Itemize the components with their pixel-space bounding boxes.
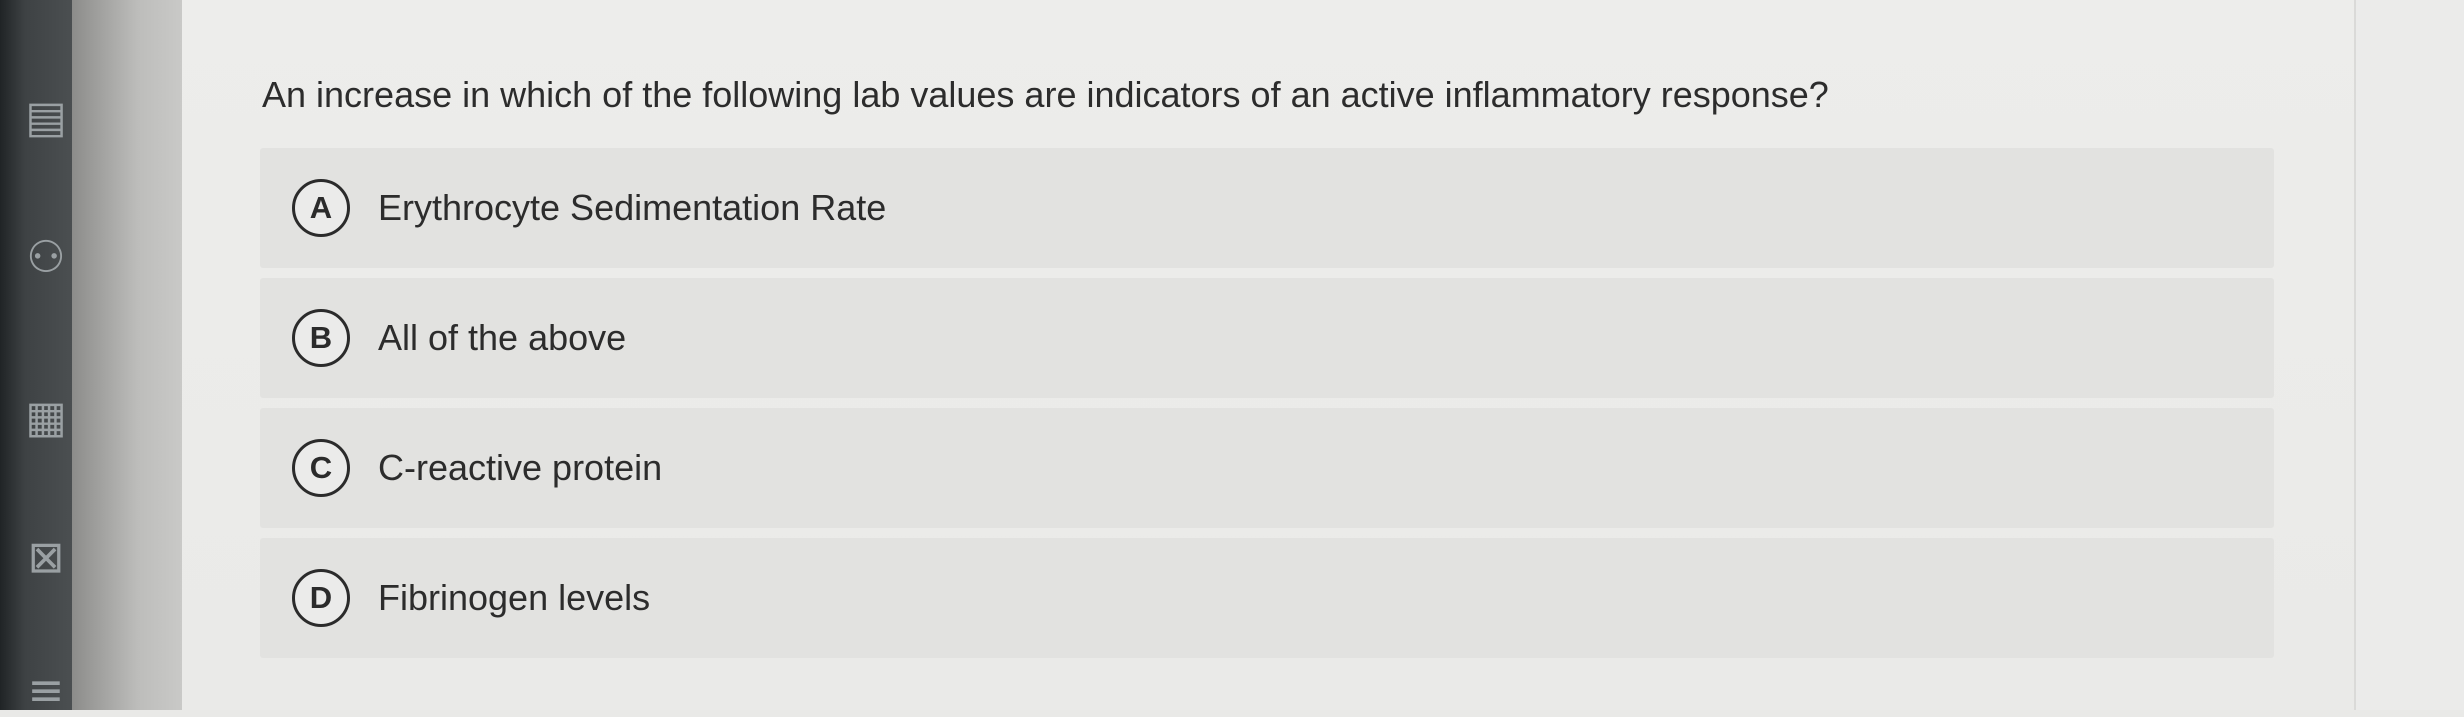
option-d[interactable]: D Fibrinogen levels bbox=[260, 538, 2274, 658]
option-letter-c: C bbox=[292, 439, 350, 497]
calendar-icon[interactable]: ▦ bbox=[22, 392, 70, 444]
mail-icon[interactable]: ⊠ bbox=[22, 532, 70, 584]
question-panel: An increase in which of the following la… bbox=[182, 0, 2354, 710]
option-b[interactable]: B All of the above bbox=[260, 278, 2274, 398]
list-icon[interactable]: ≡ bbox=[22, 665, 70, 717]
option-text-c: C-reactive protein bbox=[378, 447, 663, 488]
people-icon[interactable]: ⚇ bbox=[22, 232, 70, 284]
option-a[interactable]: A Erythrocyte Sedimentation Rate bbox=[260, 148, 2274, 268]
app-sidebar: ▤ ⚇ ▦ ⊠ ≡ bbox=[0, 0, 72, 716]
sidebar-shadow bbox=[72, 0, 182, 710]
question-text: An increase in which of the following la… bbox=[262, 74, 1829, 115]
answer-options: A Erythrocyte Sedimentation Rate B All o… bbox=[260, 148, 2274, 668]
option-letter-d: D bbox=[292, 569, 350, 627]
option-text-b: All of the above bbox=[378, 317, 627, 358]
option-text-a: Erythrocyte Sedimentation Rate bbox=[378, 187, 887, 228]
right-panel-edge bbox=[2354, 0, 2464, 710]
option-letter-b: B bbox=[292, 309, 350, 367]
option-text-d: Fibrinogen levels bbox=[378, 577, 651, 618]
book-icon[interactable]: ▤ bbox=[22, 92, 70, 144]
option-letter-a: A bbox=[292, 179, 350, 237]
option-c[interactable]: C C-reactive protein bbox=[260, 408, 2274, 528]
